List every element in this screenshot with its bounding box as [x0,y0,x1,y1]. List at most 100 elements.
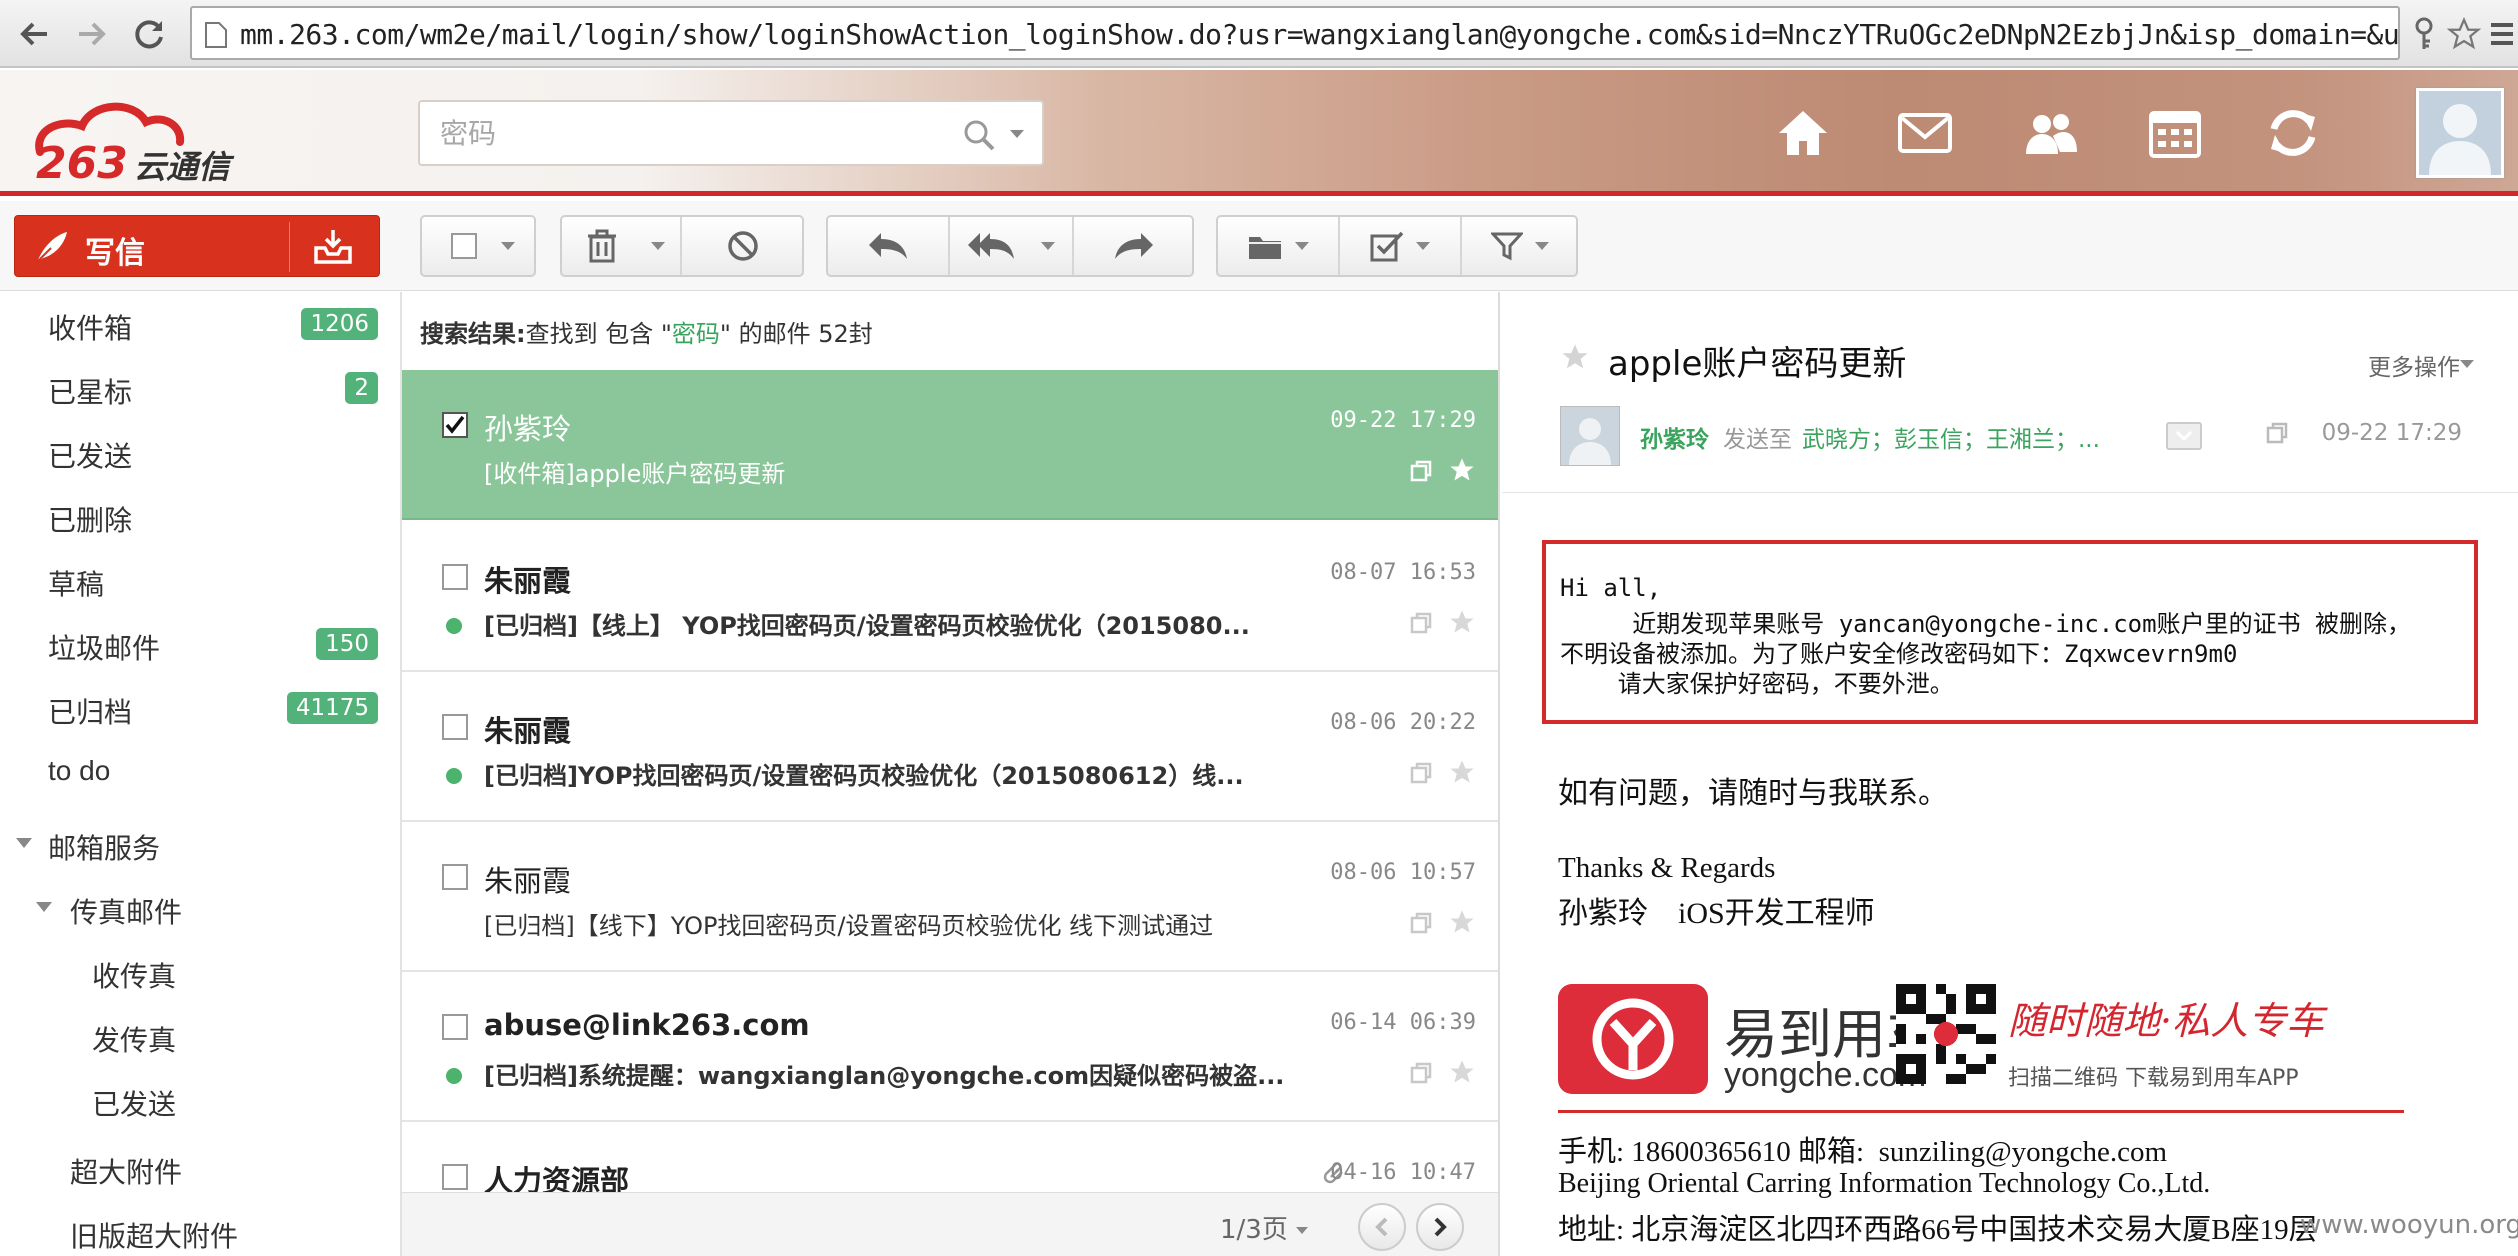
reply-all-dropdown-caret[interactable] [1028,217,1068,275]
row-checkbox[interactable] [442,714,468,740]
copy-icon[interactable] [2266,422,2288,444]
block-icon [728,231,758,261]
compose-label: 写信 [85,236,145,271]
row-checkbox[interactable] [442,1014,468,1040]
select-all-checkbox[interactable] [436,217,492,275]
copy-icon[interactable] [1410,912,1432,934]
sidebar-group-fax[interactable]: 传真邮件 [0,876,400,940]
star-icon[interactable] [1448,908,1476,936]
menu-icon[interactable] [2480,12,2518,56]
page-icon [204,21,228,49]
search-dropdown-caret[interactable] [1010,130,1024,138]
copy-icon[interactable] [1410,460,1432,482]
address-bar[interactable]: mm.263.com/wm2e/mail/login/show/loginSho… [190,6,2400,60]
search-icon[interactable] [962,118,996,152]
filter-button[interactable] [1462,217,1578,275]
move-to-folder-button[interactable] [1218,217,1338,275]
reload-button[interactable] [124,8,176,60]
collapse-triangle-icon[interactable] [16,838,32,848]
mail-subject: [已归档]【线下】YOP找回密码页/设置密码页校验优化 线下测试通过 [484,912,1214,940]
sidebar-item-drafts[interactable]: 草稿 [0,548,400,612]
page-indicator[interactable]: 1/3页 [1220,1209,1309,1246]
mail-row[interactable]: abuse@link263.com 06-14 06:39 [已归档]系统提醒：… [402,972,1498,1122]
sidebar-item-large-attachment[interactable]: 超大附件 [0,1136,400,1200]
chevron-down-icon [2175,430,2193,442]
star-icon[interactable] [1448,758,1476,786]
mail-time: 04-16 10:47 [1330,1160,1476,1185]
next-page-button[interactable] [1416,1203,1464,1251]
block-button[interactable] [682,217,804,275]
sidebar-item-fax-inbox[interactable]: 收传真 [0,940,400,1004]
more-actions-caret[interactable] [2460,360,2474,368]
sidebar-group-mailbox-services[interactable]: 邮箱服务 [0,812,400,876]
copy-icon[interactable] [1410,1062,1432,1084]
logo-263[interactable]: 263 云通信 [30,92,320,182]
star-icon[interactable] [1448,608,1476,636]
sidebar-item-fax-send[interactable]: 发传真 [0,1004,400,1068]
expand-recipients-button[interactable] [2166,422,2202,450]
refresh-icon[interactable] [2260,100,2326,166]
select-dropdown-caret[interactable] [488,217,528,275]
receive-mail-icon[interactable] [313,228,353,266]
search-input[interactable] [440,116,940,152]
sidebar-item-fax-sent[interactable]: 已发送 [0,1068,400,1132]
forward-arrow-icon [79,22,106,46]
search-result-summary: 搜索结果:查找到 包含 "密码" 的邮件 52封 [420,314,873,349]
user-avatar[interactable] [2416,88,2504,178]
sidebar-item-label: 垃圾邮件 [48,633,161,664]
recipients[interactable]: 武晓方；彭玉信；王湘兰；... [1802,427,2100,453]
delete-button[interactable] [562,217,642,275]
sidebar-item-archived[interactable]: 已归档 41175 [0,676,400,740]
sidebar-item-label: 草稿 [48,569,105,600]
company-line: Beijing Oriental Carring Information Tec… [1558,1168,2211,1199]
copy-icon[interactable] [1410,762,1432,784]
select-group [420,215,536,277]
collapse-triangle-icon[interactable] [36,902,52,912]
reply-button[interactable] [828,217,948,275]
star-icon[interactable] [1448,1058,1476,1086]
sidebar-item-old-large-attachment[interactable]: 旧版超大附件 [0,1200,400,1256]
sidebar-item-todo[interactable]: to do [0,740,400,804]
sidebar-item-sent[interactable]: 已发送 [0,420,400,484]
mail-sender: 朱丽霞 [484,714,572,748]
reply-all-button[interactable] [950,217,1034,275]
forward-button[interactable] [66,8,118,60]
star-icon[interactable] [1560,342,1590,372]
sidebar-group-label: 传真邮件 [70,897,183,928]
mail-row[interactable]: 朱丽霞 08-06 20:22 [已归档]YOP找回密码页/设置密码页校验优化（… [402,672,1498,822]
compose-button[interactable]: 写信 [14,215,380,277]
row-checkbox[interactable] [442,1164,468,1190]
home-icon[interactable] [1770,100,1836,166]
sidebar-item-deleted[interactable]: 已删除 [0,484,400,548]
sidebar-item-starred[interactable]: 已星标 2 [0,356,400,420]
copy-icon[interactable] [1410,612,1432,634]
key-icon[interactable] [2402,12,2446,56]
unread-count-badge: 1206 [301,308,378,340]
mark-as-button[interactable] [1340,217,1460,275]
reply-all-icon [968,233,1014,259]
back-button[interactable] [8,8,60,60]
signature-divider [1558,1110,2404,1113]
mail-time: 06-14 06:39 [1330,1010,1476,1035]
contacts-icon[interactable] [2018,100,2084,166]
more-actions-button[interactable]: 更多操作 [2368,348,2460,382]
search-box[interactable] [418,100,1044,166]
mail-row[interactable]: 朱丽霞 08-07 16:53 [已归档]【线上】 YOP找回密码页/设置密码页… [402,522,1498,672]
search-result-post: " 的邮件 52封 [719,320,873,348]
mail-row[interactable]: 朱丽霞 08-06 10:57 [已归档]【线下】YOP找回密码页/设置密码页校… [402,822,1498,972]
delete-dropdown-caret[interactable] [638,217,678,275]
row-checkbox[interactable] [442,864,468,890]
mail-row[interactable]: 孙紫玲 09-22 17:29 [收件箱]apple账户密码更新 [402,370,1498,520]
sidebar-item-inbox[interactable]: 收件箱 1206 [0,292,400,356]
prev-page-button[interactable] [1358,1203,1406,1251]
sender-name[interactable]: 孙紫玲 [1640,427,1709,453]
watermark: www.wooyun.org [2300,1210,2518,1240]
calendar-icon[interactable] [2142,100,2208,166]
forward-mail-button[interactable] [1074,217,1194,275]
mail-subject: [已归档]系统提醒：wangxianglan@yongche.com因疑似密码被… [484,1062,1285,1090]
row-checkbox[interactable] [442,412,468,438]
row-checkbox[interactable] [442,564,468,590]
star-icon[interactable] [1448,456,1476,484]
sidebar-item-spam[interactable]: 垃圾邮件 150 [0,612,400,676]
mail-icon[interactable] [1892,100,1958,166]
